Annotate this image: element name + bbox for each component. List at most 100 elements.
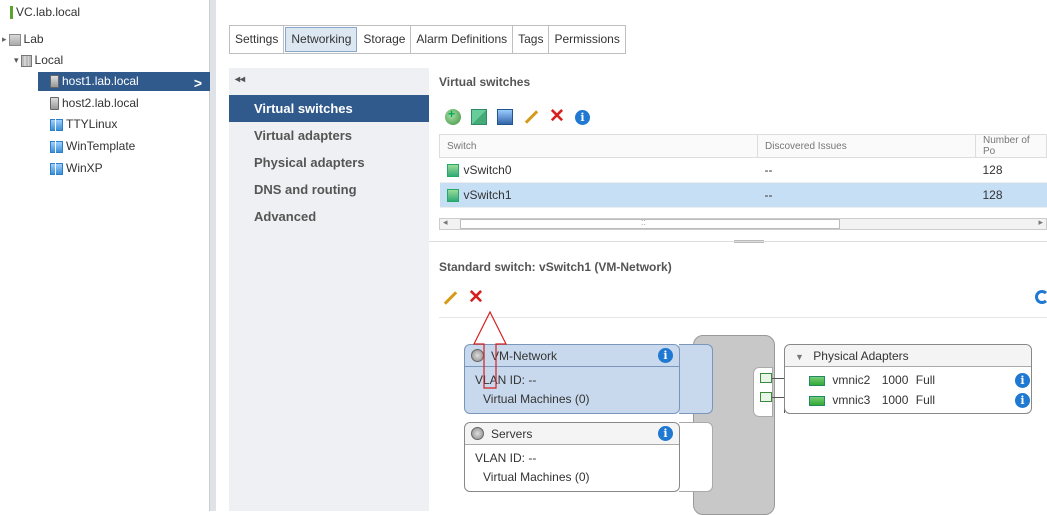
tree-item-label: VC.lab.local bbox=[16, 5, 81, 19]
collapse-arrow-icon[interactable]: ▼ bbox=[795, 352, 804, 362]
manage-adapters-icon[interactable] bbox=[497, 109, 513, 125]
nic-icon bbox=[809, 375, 825, 386]
tab-permissions[interactable]: Permissions bbox=[549, 26, 624, 53]
virtual-machines-count[interactable]: Virtual Machines (0) bbox=[465, 390, 679, 409]
physical-adapters-box: ▼ Physical Adapters vmnic2 1000 Full i v… bbox=[784, 344, 1032, 414]
tree-item-winxp[interactable]: WinXP bbox=[50, 159, 103, 178]
networking-subnav: ◂◂ Virtual switches Virtual adapters Phy… bbox=[229, 68, 429, 511]
column-header-switch[interactable]: Switch bbox=[439, 134, 758, 158]
tree-item-label: Local bbox=[34, 53, 64, 67]
host-icon bbox=[50, 97, 59, 110]
list-item[interactable]: vmnic2 1000 Full i bbox=[809, 371, 1030, 389]
subnav-physical-adapters[interactable]: Physical adapters bbox=[229, 149, 429, 176]
column-header-discovered-issues[interactable]: Discovered Issues bbox=[757, 134, 976, 158]
tab-alarm-definitions[interactable]: Alarm Definitions bbox=[411, 26, 514, 53]
portgroup-name: Servers bbox=[491, 427, 533, 441]
selected-portgroup-link bbox=[679, 344, 713, 414]
vswitch-icon bbox=[446, 164, 459, 178]
vcenter-icon bbox=[10, 6, 13, 19]
vm-icon bbox=[50, 140, 63, 153]
nic-speed: 1000 bbox=[881, 373, 909, 387]
cluster-icon bbox=[20, 54, 32, 67]
refresh-icon[interactable] bbox=[1035, 290, 1047, 304]
tree-item-lab[interactable]: ▸ Lab bbox=[2, 30, 44, 49]
vlan-id: VLAN ID: -- bbox=[475, 451, 537, 465]
tree-item-wintemplate[interactable]: WinTemplate bbox=[50, 137, 135, 156]
add-networking-icon[interactable] bbox=[445, 107, 461, 125]
detail-toolbar: ✕ bbox=[442, 288, 484, 307]
horizontal-scrollbar[interactable]: ◂ :: ▸ bbox=[439, 217, 1047, 230]
scroll-grip: :: bbox=[641, 217, 647, 227]
table-row[interactable]: vSwitch0 -- 128 bbox=[439, 157, 1047, 183]
tab-tags[interactable]: Tags bbox=[513, 26, 550, 53]
list-item[interactable]: vmnic3 1000 Full i bbox=[809, 391, 1030, 409]
scroll-left-icon[interactable]: ◂ bbox=[443, 217, 448, 228]
tree-item-label: host2.lab.local bbox=[62, 96, 139, 110]
collapse-panel-icon[interactable]: ◂◂ bbox=[235, 74, 245, 85]
networking-content: Virtual switches ✕ i Switch Discovered I… bbox=[429, 68, 1047, 515]
panel-splitter[interactable] bbox=[210, 0, 216, 511]
datacenter-icon bbox=[8, 33, 21, 46]
subnav-advanced[interactable]: Advanced bbox=[229, 203, 429, 230]
tree-item-label: Lab bbox=[23, 32, 44, 46]
subnav-virtual-adapters[interactable]: Virtual adapters bbox=[229, 122, 429, 149]
uplink-connector bbox=[760, 392, 772, 402]
link-line bbox=[772, 378, 784, 379]
inventory-tree: VC.lab.local ▸ Lab ▾ Local host1.lab.loc… bbox=[0, 0, 210, 511]
section-title-virtual-switches: Virtual switches bbox=[439, 75, 531, 89]
tree-item-label: WinXP bbox=[66, 161, 103, 175]
column-header-number-of-ports[interactable]: Number of Po bbox=[975, 134, 1047, 158]
link-line bbox=[772, 397, 784, 398]
subnav-dns-and-routing[interactable]: DNS and routing bbox=[229, 176, 429, 203]
info-icon[interactable]: i bbox=[1015, 393, 1030, 408]
tree-item-host1[interactable]: host1.lab.local > bbox=[38, 72, 210, 91]
info-icon[interactable]: i bbox=[658, 426, 673, 441]
tree-item-vcenter[interactable]: VC.lab.local bbox=[10, 3, 80, 22]
expand-arrow-icon[interactable]: ▸ bbox=[2, 30, 7, 49]
scrollbar-thumb[interactable]: :: bbox=[460, 217, 840, 229]
tree-item-ttylinux[interactable]: TTYLinux bbox=[50, 115, 117, 134]
annotation-arrow bbox=[473, 310, 507, 389]
info-icon[interactable]: i bbox=[658, 348, 673, 363]
number-of-ports: 128 bbox=[975, 157, 1047, 183]
chevron-right-icon[interactable]: > bbox=[194, 74, 202, 93]
collapse-arrow-icon[interactable]: ▾ bbox=[14, 51, 19, 70]
host-icon bbox=[50, 75, 59, 88]
remove-port-group-icon[interactable]: ✕ bbox=[468, 288, 484, 307]
virtual-machines-count[interactable]: Virtual Machines (0) bbox=[465, 468, 679, 487]
tree-item-label: TTYLinux bbox=[66, 117, 118, 131]
table-row[interactable]: vSwitch1 -- 128 bbox=[439, 182, 1047, 208]
edit-pencil-icon[interactable] bbox=[523, 109, 539, 125]
portgroup-icon bbox=[471, 427, 484, 440]
info-icon[interactable]: i bbox=[575, 109, 590, 125]
object-tabs: Settings Networking Storage Alarm Defini… bbox=[229, 25, 626, 54]
nic-duplex: Full bbox=[915, 393, 936, 407]
uplink-connector bbox=[760, 373, 772, 383]
pane-resize-handle[interactable] bbox=[734, 240, 764, 243]
edit-pencil-icon[interactable] bbox=[442, 290, 458, 306]
discovered-issues: -- bbox=[757, 182, 976, 208]
tab-storage[interactable]: Storage bbox=[358, 26, 412, 53]
migrate-adapter-icon[interactable] bbox=[471, 109, 487, 125]
remove-x-icon[interactable]: ✕ bbox=[549, 107, 565, 126]
physical-adapters-title: Physical Adapters bbox=[813, 349, 909, 363]
nic-name: vmnic3 bbox=[832, 393, 871, 407]
switch-name: vSwitch1 bbox=[463, 187, 512, 202]
discovered-issues: -- bbox=[757, 157, 976, 183]
section-title-standard-switch: Standard switch: vSwitch1 (VM-Network) bbox=[439, 260, 672, 274]
tab-networking[interactable]: Networking bbox=[285, 27, 358, 52]
portgroup-card-servers[interactable]: Servers i VLAN ID: -- Virtual Machines (… bbox=[464, 422, 680, 492]
tab-settings[interactable]: Settings bbox=[230, 26, 285, 53]
subnav-virtual-switches[interactable]: Virtual switches bbox=[229, 95, 429, 122]
info-icon[interactable]: i bbox=[1015, 373, 1030, 388]
nic-name: vmnic2 bbox=[832, 373, 871, 387]
tree-item-local[interactable]: ▾ Local bbox=[14, 51, 63, 70]
scroll-right-icon[interactable]: ▸ bbox=[1038, 217, 1043, 228]
tree-item-label: WinTemplate bbox=[66, 139, 136, 153]
vm-icon bbox=[50, 162, 63, 175]
nic-duplex: Full bbox=[915, 373, 936, 387]
vswitch-table: Switch Discovered Issues Number of Po vS… bbox=[439, 134, 1047, 208]
tree-item-host2[interactable]: host2.lab.local bbox=[50, 94, 139, 113]
portgroup-link bbox=[679, 422, 713, 492]
switch-name: vSwitch0 bbox=[463, 162, 512, 177]
